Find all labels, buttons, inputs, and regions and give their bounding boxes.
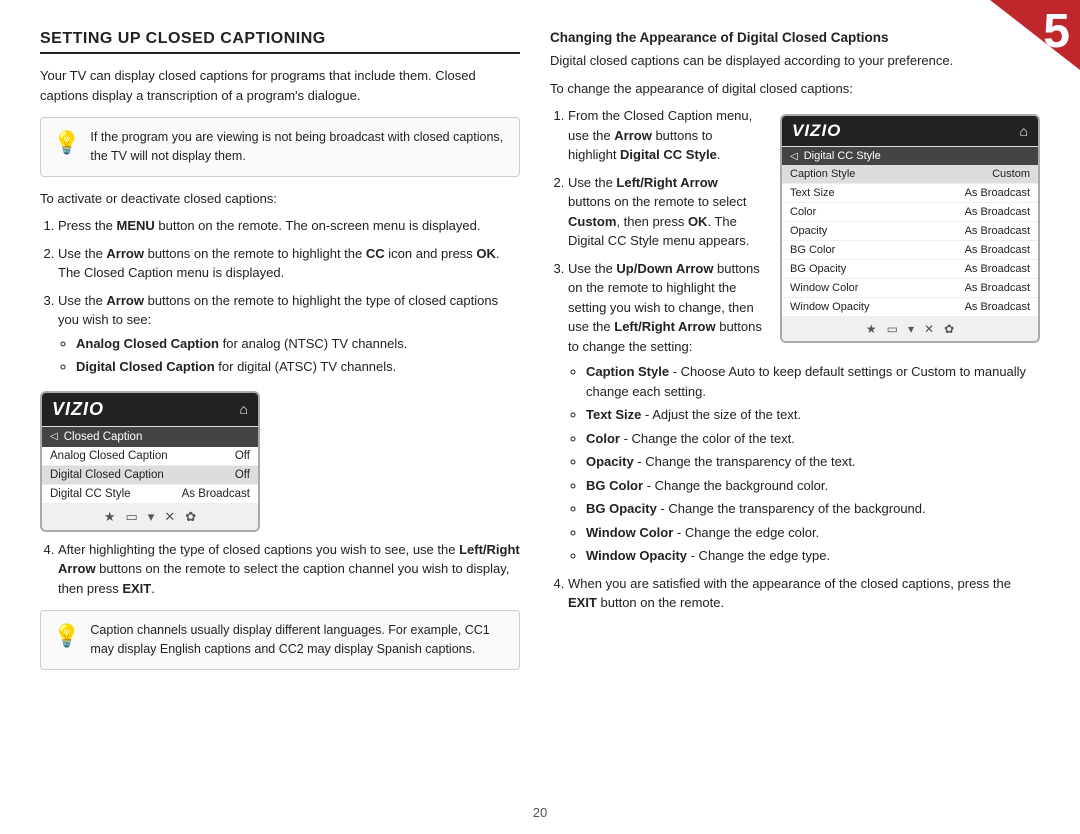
footer-icon-4: ✕: [164, 509, 175, 525]
tv-right-row-1-value: As Broadcast: [965, 187, 1030, 199]
tv-right-row-1: Text Size As Broadcast: [782, 184, 1038, 203]
footer-icon-3: ▾: [148, 509, 155, 525]
home-icon-left: ⌂: [240, 401, 248, 417]
intro-text: Your TV can display closed captions for …: [40, 66, 520, 105]
back-arrow-left: ◁: [50, 431, 58, 442]
opacity-item: Opacity - Change the transparency of the…: [586, 452, 1040, 472]
right-footer-icon-2: ▭: [887, 322, 898, 336]
tv-right-row-4-label: BG Color: [790, 244, 835, 256]
tv-row-analog-label: Analog Closed Caption: [50, 450, 168, 462]
tv-right-row-3: Opacity As Broadcast: [782, 222, 1038, 241]
right-footer-icon-5: ✿: [944, 322, 954, 336]
tv-right-row-6-label: Window Color: [790, 282, 858, 294]
right-column: Changing the Appearance of Digital Close…: [550, 30, 1040, 814]
tv-right-row-0: Caption Style Custom: [782, 165, 1038, 184]
tv-right-row-7-label: Window Opacity: [790, 301, 869, 313]
tv-menu-left: ◁ Closed Caption Analog Closed Caption O…: [42, 426, 258, 504]
tv-menu-header-left: ◁ Closed Caption: [42, 427, 258, 447]
activate-text: To activate or deactivate closed caption…: [40, 189, 520, 209]
tv-right-row-7-value: As Broadcast: [965, 301, 1030, 313]
tv-menu-title-left: Closed Caption: [64, 431, 143, 443]
step-1: Press the MENU button on the remote. The…: [58, 216, 520, 236]
tv-footer-right: ★ ▭ ▾ ✕ ✿: [782, 317, 1038, 341]
window-opacity-item: Window Opacity - Change the edge type.: [586, 546, 1040, 566]
tv-header-right: VIZIO ⌂: [782, 116, 1038, 146]
footer-icon-1: ★: [104, 509, 116, 525]
steps-list-cont: After highlighting the type of closed ca…: [40, 540, 520, 599]
tv-right-row-5-label: BG Opacity: [790, 263, 846, 275]
bulb-icon: 💡: [53, 130, 80, 156]
tv-right-row-0-label: Caption Style: [790, 168, 855, 180]
right-step-4: When you are satisfied with the appearan…: [568, 574, 1040, 613]
tv-row-analog: Analog Closed Caption Off: [42, 447, 258, 466]
tv-right-row-0-value: Custom: [992, 168, 1030, 180]
info-box-2: 💡 Caption channels usually display diffe…: [40, 610, 520, 670]
tv-row-digital: Digital Closed Caption Off: [42, 466, 258, 485]
caption-type-list: Analog Closed Caption for analog (NTSC) …: [58, 334, 520, 377]
tv-right-row-2: Color As Broadcast: [782, 203, 1038, 222]
digital-caption-item: Digital Closed Caption for digital (ATSC…: [76, 357, 520, 377]
steps-list: Press the MENU button on the remote. The…: [40, 216, 520, 377]
section-title: SETTING UP CLOSED CAPTIONING: [40, 30, 520, 54]
step-3: Use the Arrow buttons on the remote to h…: [58, 291, 520, 377]
color-item: Color - Change the color of the text.: [586, 429, 1040, 449]
step-4: After highlighting the type of closed ca…: [58, 540, 520, 599]
right-steps-list-cont: When you are satisfied with the appearan…: [550, 574, 1040, 613]
tv-right-row-4: BG Color As Broadcast: [782, 241, 1038, 260]
tv-mockup-left: VIZIO ⌂ ◁ Closed Caption Analog Closed C…: [40, 391, 260, 532]
bulb-icon-2: 💡: [53, 623, 80, 649]
footer-icon-2: ▭: [126, 509, 138, 525]
info-box-1: 💡 If the program you are viewing is not …: [40, 117, 520, 177]
tv-menu-right: ◁ Digital CC Style Caption Style Custom …: [782, 146, 1038, 317]
tv-menu-header-right: ◁ Digital CC Style: [782, 147, 1038, 165]
bg-color-item: BG Color - Change the background color.: [586, 476, 1040, 496]
back-arrow-right: ◁: [790, 151, 798, 162]
page-number: 20: [0, 805, 1080, 820]
settings-list: Caption Style - Choose Auto to keep defa…: [568, 362, 1040, 566]
tv-row-digital-value: Off: [235, 469, 250, 481]
right-footer-icon-4: ✕: [924, 322, 934, 336]
sub-heading: Changing the Appearance of Digital Close…: [550, 30, 1040, 45]
tv-right-row-2-value: As Broadcast: [965, 206, 1030, 218]
tv-right-row-7: Window Opacity As Broadcast: [782, 298, 1038, 317]
info-box-1-text: If the program you are viewing is not be…: [90, 128, 507, 166]
text-size-item: Text Size - Adjust the size of the text.: [586, 405, 1040, 425]
tv-right-row-3-value: As Broadcast: [965, 225, 1030, 237]
caption-style-item: Caption Style - Choose Auto to keep defa…: [586, 362, 1040, 401]
tv-right-row-6: Window Color As Broadcast: [782, 279, 1038, 298]
tv-mockup-right: VIZIO ⌂ ◁ Digital CC Style Caption Style…: [780, 114, 1040, 343]
tv-right-row-3-label: Opacity: [790, 225, 827, 237]
tv-row-style-label: Digital CC Style: [50, 488, 131, 500]
tv-footer-left: ★ ▭ ▾ ✕ ✿: [42, 504, 258, 530]
tv-row-style-value: As Broadcast: [182, 488, 250, 500]
info-box-2-text: Caption channels usually display differe…: [90, 621, 507, 659]
tv-header-left: VIZIO ⌂: [42, 393, 258, 426]
footer-icon-5: ✿: [185, 509, 196, 525]
bg-opacity-item: BG Opacity - Change the transparency of …: [586, 499, 1040, 519]
right-footer-icon-3: ▾: [908, 322, 914, 336]
right-para2: To change the appearance of digital clos…: [550, 79, 1040, 99]
tv-right-row-1-label: Text Size: [790, 187, 835, 199]
tv-right-row-2-label: Color: [790, 206, 816, 218]
page-chapter-number: 5: [1043, 8, 1070, 56]
tv-right-row-5-value: As Broadcast: [965, 263, 1030, 275]
left-column: SETTING UP CLOSED CAPTIONING Your TV can…: [40, 30, 520, 814]
tv-right-row-6-value: As Broadcast: [965, 282, 1030, 294]
window-color-item: Window Color - Change the edge color.: [586, 523, 1040, 543]
step-2: Use the Arrow buttons on the remote to h…: [58, 244, 520, 283]
tv-logo-right: VIZIO: [792, 121, 841, 141]
home-icon-right: ⌂: [1020, 123, 1028, 139]
analog-caption-item: Analog Closed Caption for analog (NTSC) …: [76, 334, 520, 354]
tv-row-analog-value: Off: [235, 450, 250, 462]
right-footer-icon-1: ★: [866, 322, 877, 336]
tv-right-row-4-value: As Broadcast: [965, 244, 1030, 256]
tv-row-style: Digital CC Style As Broadcast: [42, 485, 258, 504]
tv-right-row-5: BG Opacity As Broadcast: [782, 260, 1038, 279]
tv-logo-left: VIZIO: [52, 399, 104, 420]
right-para1: Digital closed captions can be displayed…: [550, 51, 1040, 71]
tv-row-digital-label: Digital Closed Caption: [50, 469, 164, 481]
tv-menu-title-right: Digital CC Style: [804, 150, 881, 162]
